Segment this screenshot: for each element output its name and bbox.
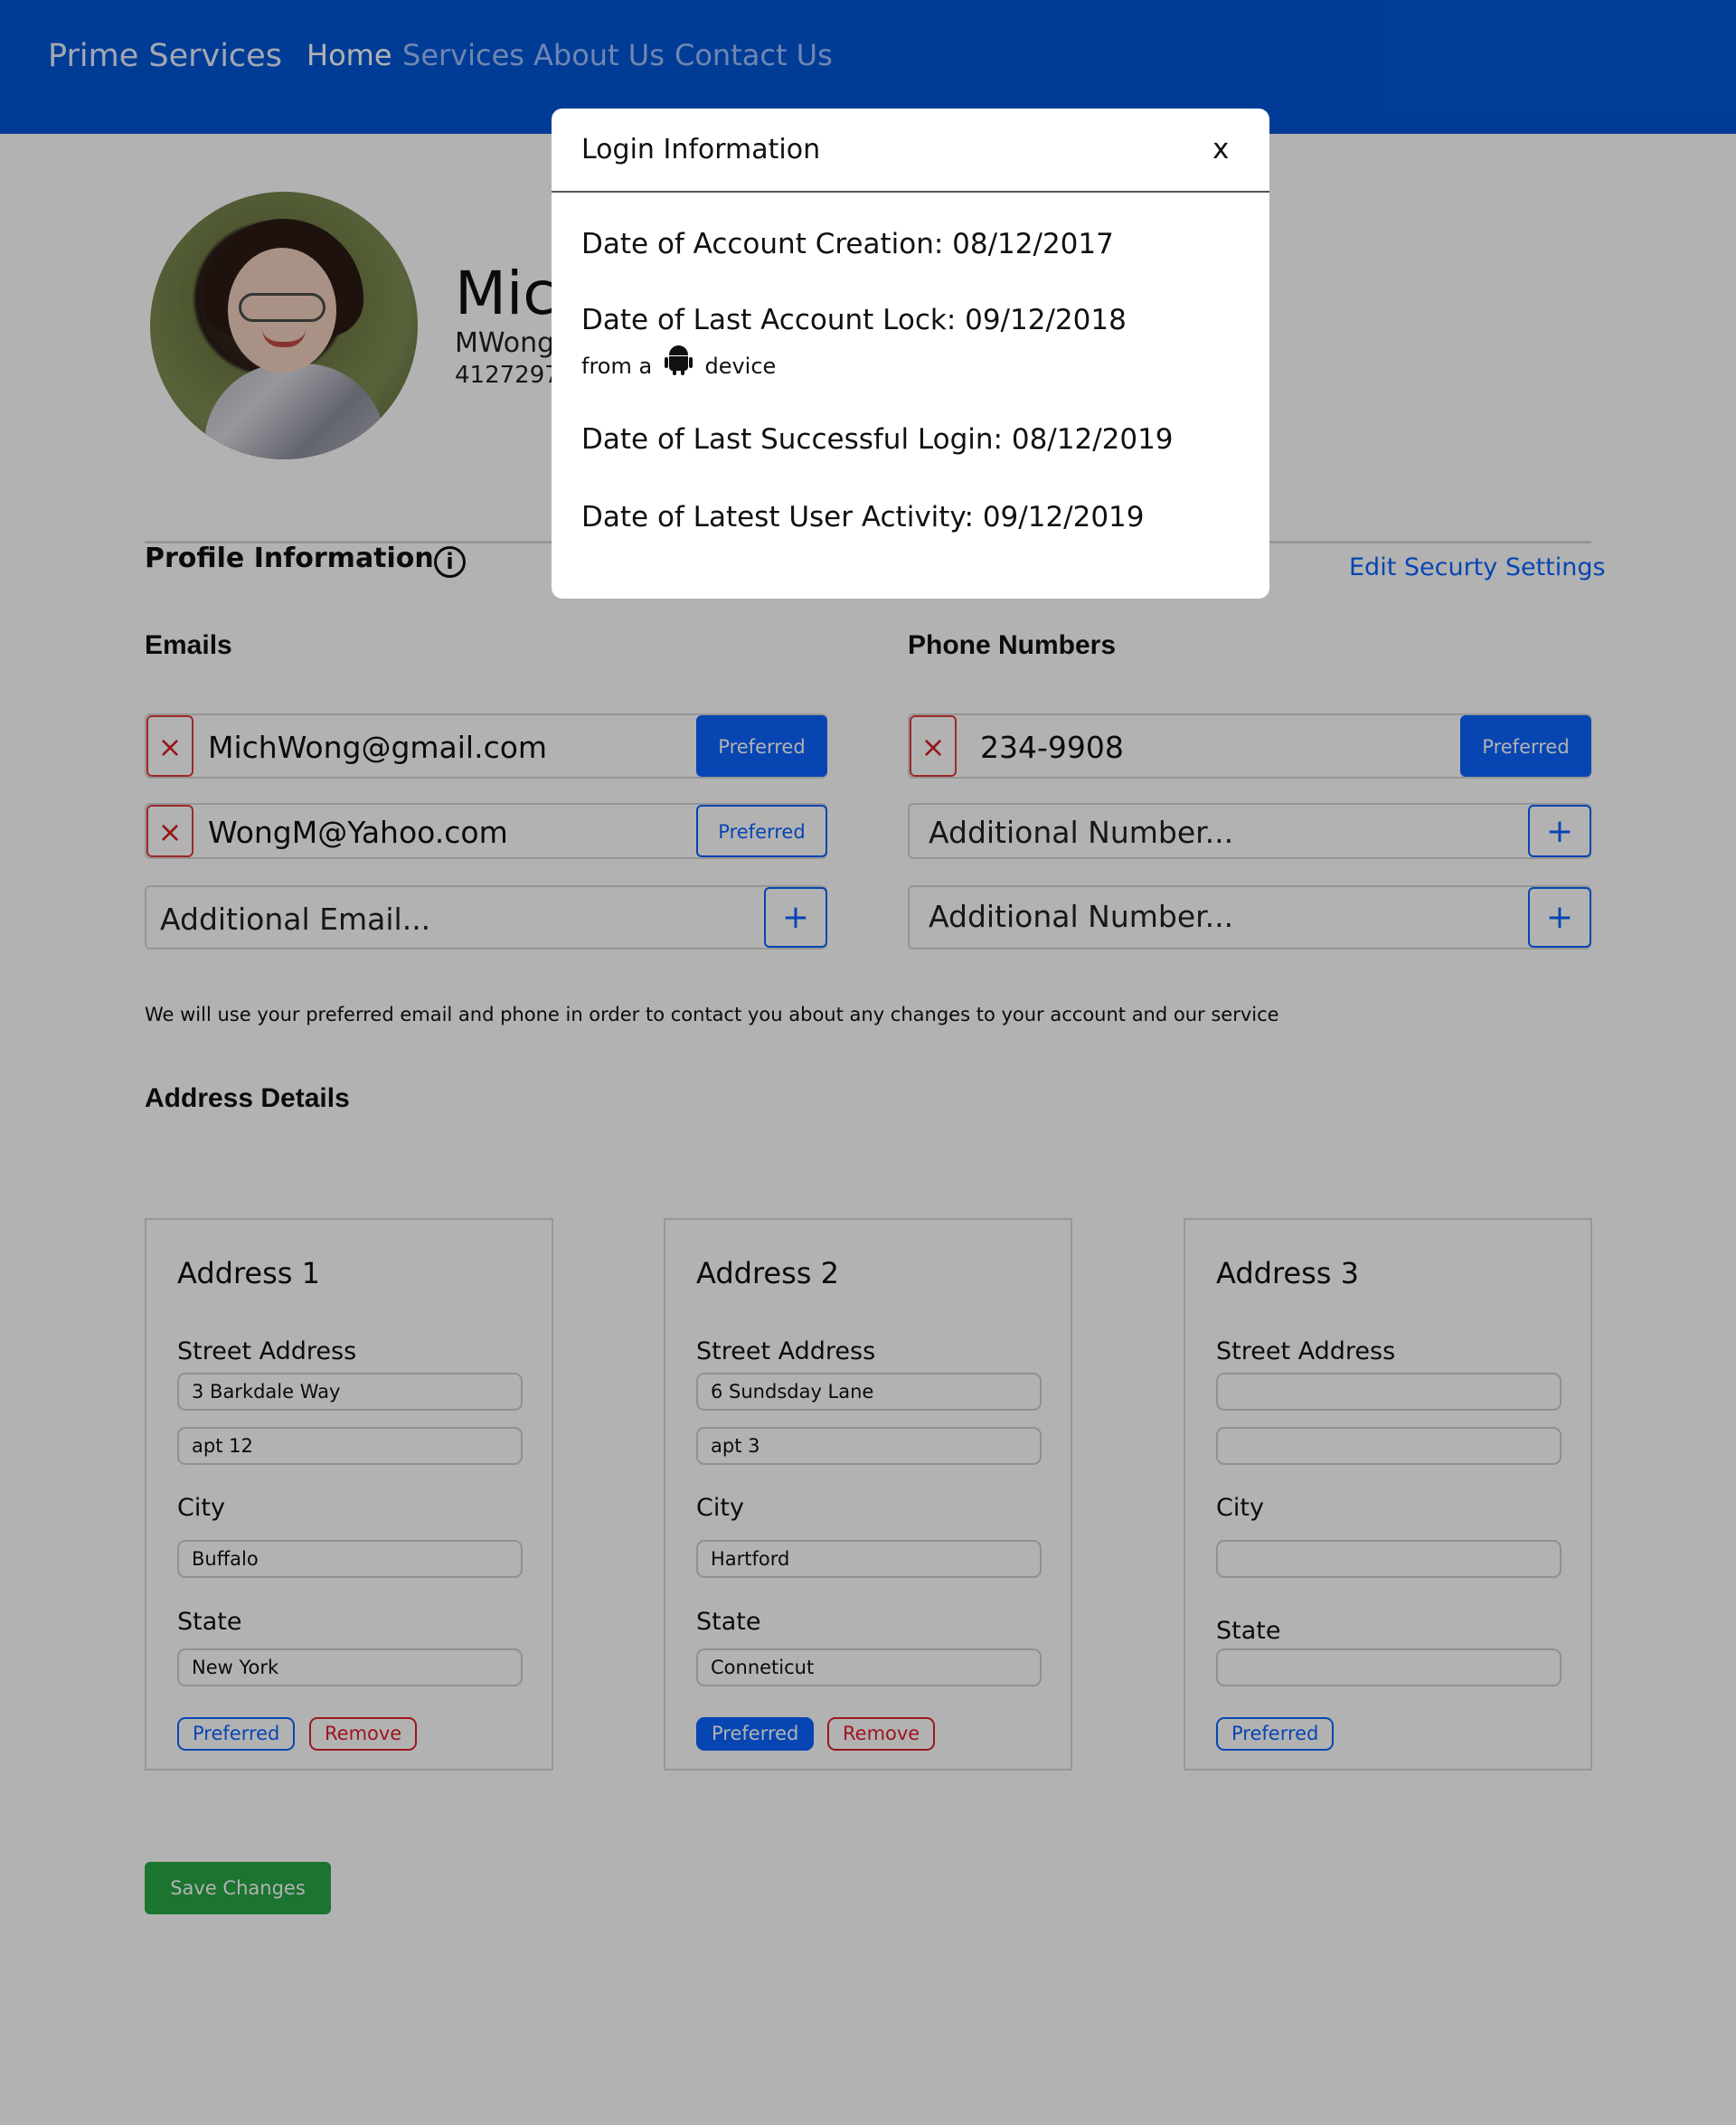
lock-device-line: from a device bbox=[581, 345, 776, 379]
account-creation-date: Date of Account Creation: 08/12/2017 bbox=[581, 228, 1114, 260]
last-account-lock-date: Date of Last Account Lock: 09/12/2018 bbox=[581, 304, 1127, 336]
last-successful-login-date: Date of Last Successful Login: 08/12/201… bbox=[581, 423, 1174, 456]
android-icon bbox=[664, 345, 693, 375]
close-icon[interactable]: x bbox=[1212, 133, 1229, 165]
modal-header: Login Information x bbox=[552, 109, 1269, 193]
modal-title: Login Information bbox=[581, 134, 821, 165]
login-information-modal: Login Information x Date of Account Crea… bbox=[552, 109, 1269, 599]
device-suffix: device bbox=[704, 354, 777, 379]
device-prefix: from a bbox=[581, 354, 653, 379]
page: Prime Services Home Services About Us Co… bbox=[0, 0, 1736, 2125]
latest-user-activity-date: Date of Latest User Activity: 09/12/2019 bbox=[581, 501, 1145, 534]
